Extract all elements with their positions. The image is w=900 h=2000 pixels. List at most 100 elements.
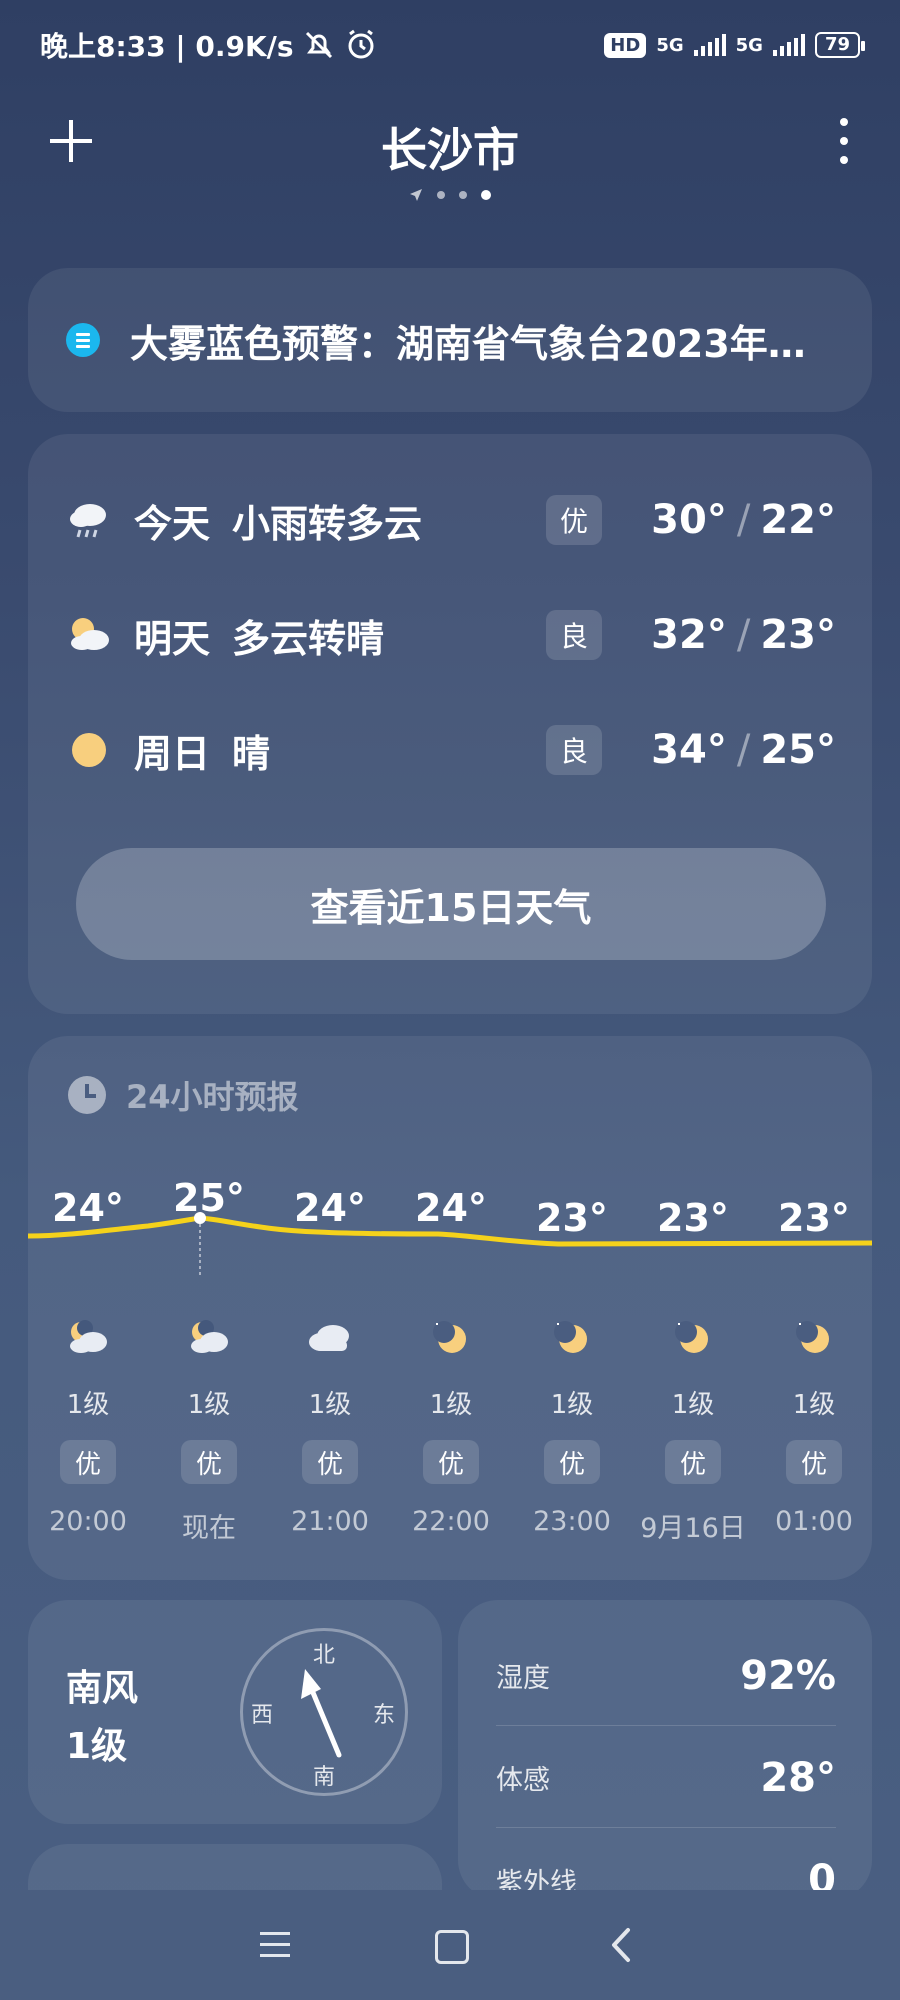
hour-wind-level: 1级 — [792, 1390, 836, 1420]
hour-aqi-badge: 优 — [181, 1440, 237, 1484]
aqi-badge: 良 — [546, 610, 602, 660]
forecast-day-row[interactable]: 今天 小雨转多云 优 30°/22° — [66, 480, 836, 560]
location-arrow-icon — [410, 189, 422, 201]
feels-like-value: 28° — [760, 1754, 836, 1801]
low-temp: 25° — [760, 727, 836, 773]
hour-time: 9月16日 — [640, 1513, 746, 1544]
back-chevron-icon — [612, 1928, 631, 1962]
forecast-day-row[interactable]: 周日 晴 良 34°/25° — [66, 710, 836, 790]
hour-temperature: 23° — [657, 1196, 729, 1240]
more-menu-button[interactable] — [834, 118, 854, 164]
feels-like-row: 体感 28° — [496, 1728, 836, 1828]
city-title: 长沙市 — [381, 123, 519, 177]
hour-wind-level: 1级 — [187, 1390, 231, 1420]
hour-temperature: 24° — [294, 1186, 366, 1230]
hour-time: 20:00 — [49, 1506, 127, 1537]
pager-dot — [459, 191, 467, 199]
hd-badge: HD — [604, 32, 647, 58]
navigation-bar — [0, 1890, 900, 2000]
hour-aqi-badge: 优 — [786, 1440, 842, 1484]
signal-icon — [772, 34, 805, 56]
wind-compass: 北 南 东 西 — [240, 1628, 408, 1796]
light-rain-icon — [70, 504, 106, 538]
weather-alert-banner[interactable]: 大雾蓝色预警：湖南省气象台2023年… — [28, 268, 872, 412]
day-description: 晴 — [232, 731, 271, 776]
hourly-forecast-card[interactable]: 24小时预报 24° 1级优 20:00 25° 1级优现在 24° 1级优 21:00 24°… — [28, 1036, 872, 1580]
hour-temperature: 23° — [536, 1196, 608, 1240]
high-temp: 32° — [651, 612, 727, 658]
temp-separator: / — [736, 727, 751, 773]
hourly-title: 24小时预报 — [68, 1072, 299, 1118]
hour-temperature: 25° — [173, 1176, 245, 1220]
network-label-1: 5G — [656, 34, 684, 56]
network-label-2: 5G — [735, 34, 763, 56]
hour-aqi-badge: 优 — [60, 1440, 116, 1484]
weather-details-card[interactable]: 湿度 92% 体感 28° 紫外线 0 — [458, 1600, 872, 1900]
humidity-value: 92% — [740, 1652, 836, 1699]
wind-info: 南风 1级 — [66, 1660, 138, 1776]
hour-temperature: 23° — [778, 1196, 850, 1240]
day-name: 今天 — [134, 501, 211, 546]
forecast-day-row[interactable]: 明天 多云转晴 良 32°/23° — [66, 595, 836, 675]
recent-apps-button[interactable] — [252, 1920, 302, 1970]
clock-icon — [68, 1076, 106, 1114]
back-button[interactable] — [598, 1920, 648, 1970]
hour-aqi-badge: 优 — [423, 1440, 479, 1484]
hourly-title-text: 24小时预报 — [126, 1078, 299, 1116]
day-description: 小雨转多云 — [232, 501, 423, 546]
high-temp: 30° — [651, 497, 727, 543]
cloudy-moon-icon — [63, 1318, 113, 1362]
sunny-icon — [72, 733, 106, 767]
aqi-badge: 优 — [546, 495, 602, 545]
hour-time: 现在 — [182, 1513, 236, 1544]
hour-temperature: 24° — [52, 1186, 124, 1230]
home-button[interactable] — [425, 1920, 475, 1970]
hour-temperature: 24° — [415, 1186, 487, 1230]
temp-separator: / — [736, 612, 751, 658]
status-time: 晚上8:33 | 0.9K/s — [40, 30, 294, 63]
hour-aqi-badge: 优 — [665, 1440, 721, 1484]
cloudy-moon-icon — [184, 1318, 234, 1362]
moon-icon — [668, 1318, 718, 1362]
status-bar: 晚上8:33 | 0.9K/s HD 5G 5G 79 — [0, 0, 900, 90]
moon-icon — [789, 1318, 839, 1362]
wind-direction: 南风 — [66, 1668, 139, 1709]
battery-level: 79 — [814, 32, 866, 58]
alert-text: 大雾蓝色预警：湖南省气象台2023年… — [130, 321, 806, 366]
wind-card[interactable]: 南风 1级 北 南 东 西 — [28, 1600, 442, 1824]
hour-wind-level: 1级 — [429, 1390, 473, 1420]
temp-separator: / — [736, 497, 751, 543]
partly-cloudy-icon — [71, 618, 109, 650]
cloud-icon — [305, 1318, 355, 1362]
day-temperature: 30°/22° — [651, 497, 836, 543]
hour-wind-level: 1级 — [66, 1390, 110, 1420]
daily-forecast-card: 今天 小雨转多云 优 30°/22° 明天 多云转晴 良 32°/23° 周日 … — [28, 434, 872, 1014]
pager-dot-active — [481, 190, 491, 200]
wind-level: 1级 — [66, 1726, 128, 1767]
low-temp: 22° — [760, 497, 836, 543]
status-right: HD 5G 5G 79 — [604, 32, 866, 58]
pager-dot — [437, 191, 445, 199]
hour-time: 01:00 — [775, 1506, 853, 1537]
hour-wind-level: 1级 — [308, 1390, 352, 1420]
moon-icon — [547, 1318, 597, 1362]
aqi-badge: 良 — [546, 725, 602, 775]
hour-wind-level: 1级 — [671, 1390, 715, 1420]
warning-list-icon — [66, 323, 100, 357]
high-temp: 34° — [651, 727, 727, 773]
city-pager — [0, 188, 900, 202]
hour-wind-level: 1级 — [550, 1390, 594, 1420]
day-description: 多云转晴 — [232, 616, 385, 661]
day-temperature: 32°/23° — [651, 612, 836, 658]
day-name: 周日 — [134, 731, 211, 776]
humidity-row: 湿度 92% — [496, 1626, 836, 1726]
hour-aqi-badge: 优 — [302, 1440, 358, 1484]
hour-time: 21:00 — [291, 1506, 369, 1537]
feels-like-label: 体感 — [496, 1765, 550, 1796]
day-name: 明天 — [134, 616, 211, 661]
moon-icon — [426, 1318, 476, 1362]
hour-time: 22:00 — [412, 1506, 490, 1537]
view-15-day-forecast-button[interactable]: 查看近15日天气 — [76, 848, 826, 960]
header: 长沙市 — [0, 100, 900, 210]
hour-time: 23:00 — [533, 1506, 611, 1537]
